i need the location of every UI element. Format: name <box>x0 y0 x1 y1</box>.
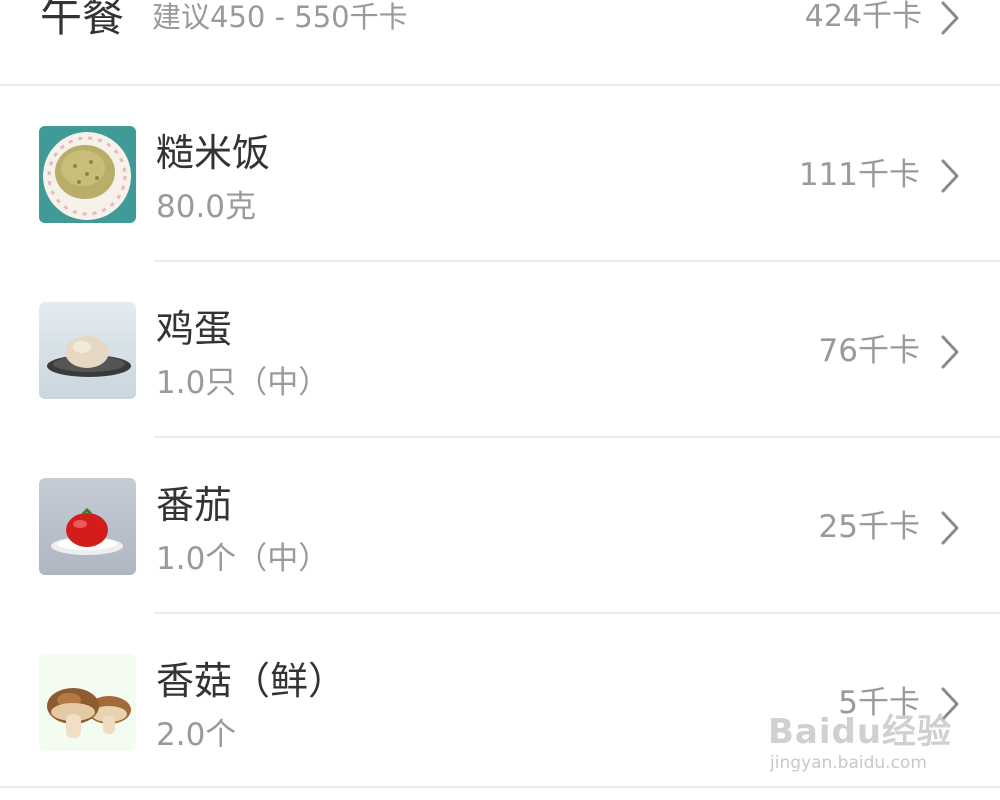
food-item-row[interactable]: 番茄 1.0个（中） 25千卡 <box>0 438 1000 614</box>
food-amount: 2.0个 <box>156 717 237 753</box>
meal-title: 午餐 <box>40 0 125 41</box>
food-item-row[interactable]: 鸡蛋 1.0只（中） 76千卡 <box>0 262 1000 438</box>
food-name: 鸡蛋 <box>156 307 233 351</box>
shiitake-mushroom-icon <box>39 654 136 751</box>
meal-header-lunch[interactable]: 午餐 建议450 - 550千卡 424千卡 <box>0 0 1000 86</box>
food-item-row[interactable]: 糙米饭 80.0克 111千卡 <box>0 86 1000 262</box>
chevron-right-icon <box>940 510 960 546</box>
food-calories: 111千卡 <box>798 157 920 193</box>
food-amount: 1.0个（中） <box>156 541 330 577</box>
food-name: 番茄 <box>156 483 233 527</box>
chevron-right-icon <box>940 158 960 194</box>
food-calories: 5千卡 <box>838 685 920 721</box>
food-name: 糙米饭 <box>156 131 271 175</box>
meal-calorie-total: 424千卡 <box>804 0 922 34</box>
egg-on-plate-icon <box>39 302 136 399</box>
food-amount: 80.0克 <box>156 189 257 225</box>
meal-calorie-suggestion: 建议450 - 550千卡 <box>152 0 408 34</box>
food-item-row[interactable]: 香菇（鲜） 2.0个 5千卡 <box>0 614 1000 790</box>
food-calories: 25千卡 <box>818 509 920 545</box>
food-amount: 1.0只（中） <box>156 365 330 401</box>
chevron-right-icon <box>940 334 960 370</box>
food-calories: 76千卡 <box>818 333 920 369</box>
food-name: 香菇（鲜） <box>156 659 347 703</box>
chevron-right-icon <box>940 0 960 36</box>
diet-log-screen: 午餐 建议450 - 550千卡 424千卡 糙米饭 80.0克 111千卡 鸡… <box>0 0 1000 800</box>
brown-rice-plate-icon <box>39 126 136 223</box>
tomato-on-plate-icon <box>39 478 136 575</box>
chevron-right-icon <box>940 686 960 722</box>
list-bottom-divider <box>0 786 1000 788</box>
